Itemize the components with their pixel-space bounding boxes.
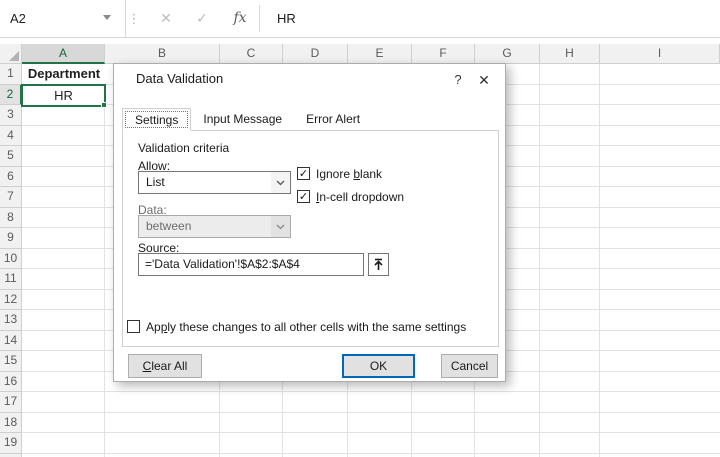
incell-dropdown-label: In-cell dropdown	[316, 190, 405, 204]
collapse-dialog-button[interactable]	[368, 253, 389, 276]
clear-all-button[interactable]: Clear All	[128, 354, 202, 378]
column-header-A[interactable]: A	[22, 44, 105, 64]
help-icon[interactable]: ?	[447, 68, 469, 92]
source-input-value: ='Data Validation'!$A$2:$A$4	[145, 257, 300, 271]
ignore-blank-label: Ignore blank	[316, 167, 383, 181]
gridline-horizontal	[22, 391, 720, 392]
drag-dots-icon: ⋮	[127, 11, 141, 26]
enter-formula-icon[interactable]: ✓	[184, 0, 220, 37]
insert-function-icon[interactable]: fx	[222, 0, 258, 37]
column-header-G[interactable]: G	[475, 44, 540, 64]
ok-button[interactable]: OK	[342, 354, 415, 378]
source-input[interactable]: ='Data Validation'!$A$2:$A$4	[138, 253, 364, 276]
formula-bar-value[interactable]: HR	[277, 0, 296, 37]
data-validation-dialog: Data Validation ? ✕ Settings Input Messa…	[113, 63, 506, 382]
chevron-down-icon[interactable]	[271, 172, 290, 193]
gridline-vertical	[104, 64, 105, 457]
row-header-9[interactable]: 9	[0, 228, 22, 249]
row-header-20[interactable]: 20	[0, 453, 22, 457]
gridline-vertical	[599, 64, 600, 457]
row-header-17[interactable]: 17	[0, 392, 22, 413]
name-box-value: A2	[10, 11, 26, 26]
row-header-4[interactable]: 4	[0, 125, 22, 146]
row-header-15[interactable]: 15	[0, 351, 22, 372]
row-header-14[interactable]: 14	[0, 330, 22, 351]
row-header-8[interactable]: 8	[0, 207, 22, 228]
cell-a1[interactable]: Department	[23, 64, 105, 84]
name-box[interactable]: A2	[0, 0, 126, 37]
row-header-1[interactable]: 1	[0, 64, 22, 85]
close-icon[interactable]: ✕	[472, 68, 496, 92]
dialog-tabs: Settings Input Message Error Alert	[122, 108, 372, 131]
select-all-triangle-icon	[9, 51, 19, 61]
apply-all-label: Apply these changes to all other cells w…	[146, 320, 467, 334]
row-header-18[interactable]: 18	[0, 412, 22, 433]
cancel-formula-icon[interactable]: ✕	[148, 0, 184, 37]
name-box-dropdown-icon[interactable]	[103, 15, 111, 20]
column-header-F[interactable]: F	[412, 44, 475, 64]
tab-error-alert[interactable]: Error Alert	[294, 108, 372, 130]
cancel-button[interactable]: Cancel	[441, 354, 498, 378]
select-all-corner[interactable]	[0, 44, 22, 64]
collapse-arrow-icon	[374, 258, 383, 270]
column-header-I[interactable]: I	[600, 44, 720, 64]
column-header-E[interactable]: E	[348, 44, 412, 64]
column-header-H[interactable]: H	[540, 44, 600, 64]
data-combobox-value: between	[146, 219, 192, 233]
gridline-vertical	[539, 64, 540, 457]
tab-input-message[interactable]: Input Message	[191, 108, 294, 130]
validation-criteria-label: Validation criteria	[134, 141, 234, 155]
row-header-13[interactable]: 13	[0, 310, 22, 331]
row-header-3[interactable]: 3	[0, 105, 22, 126]
row-header-19[interactable]: 19	[0, 433, 22, 454]
row-header-2[interactable]: 2	[0, 84, 22, 105]
formula-bar: A2 ⋮ ✕ ✓ fx HR	[0, 0, 720, 38]
ignore-blank-checkbox[interactable]: ✓	[297, 167, 310, 180]
gridline-horizontal	[22, 432, 720, 433]
row-header-5[interactable]: 5	[0, 146, 22, 167]
gridline-horizontal	[22, 411, 720, 413]
tab-settings[interactable]: Settings	[122, 108, 192, 131]
gridline-horizontal	[22, 452, 720, 454]
cell-a2-selected[interactable]: HR	[21, 84, 106, 107]
column-header-B[interactable]: B	[105, 44, 220, 64]
data-combobox-disabled: between	[138, 215, 291, 238]
settings-tab-page	[122, 130, 499, 347]
row-header-6[interactable]: 6	[0, 166, 22, 187]
row-header-11[interactable]: 11	[0, 269, 22, 290]
incell-dropdown-checkbox[interactable]: ✓	[297, 190, 310, 203]
row-header-16[interactable]: 16	[0, 371, 22, 392]
row-header-7[interactable]: 7	[0, 187, 22, 208]
chevron-down-icon	[271, 216, 290, 237]
allow-combobox-value: List	[146, 175, 165, 189]
column-header-D[interactable]: D	[283, 44, 348, 64]
dialog-title: Data Validation	[136, 71, 224, 86]
row-header-12[interactable]: 12	[0, 289, 22, 310]
formula-bar-separator	[259, 5, 260, 32]
apply-all-checkbox[interactable]	[127, 320, 140, 333]
column-header-C[interactable]: C	[220, 44, 283, 64]
allow-combobox[interactable]: List	[138, 171, 291, 194]
row-header-10[interactable]: 10	[0, 248, 22, 269]
excel-window: A2 ⋮ ✕ ✓ fx HR A B C D E F G H I 1 2 3 4 5 6 7 8 9 10 11 12 1…	[0, 0, 720, 457]
fill-handle[interactable]	[101, 102, 107, 108]
